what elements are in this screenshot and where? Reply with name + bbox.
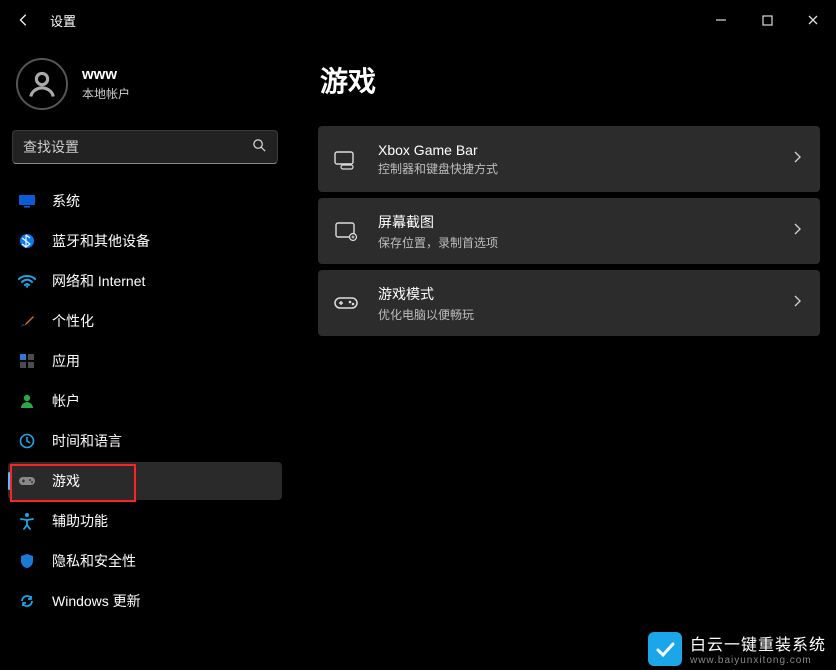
watermark-logo (648, 632, 682, 666)
xbox-bar-icon (332, 145, 360, 173)
nav-label: 应用 (52, 351, 80, 371)
nav-label: 隐私和安全性 (52, 551, 136, 571)
user-profile[interactable]: www 本地帐户 (8, 50, 282, 126)
sidebar: www 本地帐户 查找设置 系统 蓝牙和其他设备 网络和 Internet (0, 40, 290, 620)
chevron-right-icon (792, 150, 802, 169)
nav-label: 蓝牙和其他设备 (52, 231, 150, 251)
nav-time-language[interactable]: 时间和语言 (8, 422, 282, 460)
monitor-icon (18, 192, 36, 210)
card-subtitle: 控制器和键盘快捷方式 (378, 160, 774, 177)
clock-globe-icon (18, 432, 36, 450)
card-xbox-game-bar[interactable]: Xbox Game Bar 控制器和键盘快捷方式 (318, 126, 820, 192)
close-button[interactable] (790, 4, 836, 36)
bluetooth-icon (18, 232, 36, 250)
card-captures[interactable]: 屏幕截图 保存位置，录制首选项 (318, 198, 820, 264)
nav-label: 时间和语言 (52, 431, 122, 451)
card-game-mode[interactable]: 游戏模式 优化电脑以便畅玩 (318, 270, 820, 336)
nav-label: 游戏 (52, 471, 80, 491)
nav-label: 系统 (52, 191, 80, 211)
card-title: Xbox Game Bar (378, 142, 774, 158)
nav-personalization[interactable]: 个性化 (8, 302, 282, 340)
nav-apps[interactable]: 应用 (8, 342, 282, 380)
nav-label: 帐户 (52, 391, 80, 411)
gamepad-icon (18, 472, 36, 490)
maximize-button[interactable] (744, 4, 790, 36)
wifi-icon (18, 272, 36, 290)
person-icon (18, 392, 36, 410)
nav-gaming[interactable]: 游戏 (8, 462, 282, 500)
update-icon (18, 592, 36, 610)
nav-label: 辅助功能 (52, 511, 108, 531)
nav-label: 网络和 Internet (52, 271, 145, 291)
app-title: 设置 (50, 11, 76, 30)
nav-label: Windows 更新 (52, 591, 141, 611)
brush-icon (18, 312, 36, 330)
chevron-right-icon (792, 294, 802, 313)
card-title: 屏幕截图 (378, 212, 774, 232)
shield-icon (18, 552, 36, 570)
window-controls (698, 4, 836, 36)
title-bar: 设置 (0, 0, 836, 40)
page-title: 游戏 (320, 60, 820, 100)
gamepad-icon (332, 289, 360, 317)
nav-accessibility[interactable]: 辅助功能 (8, 502, 282, 540)
chevron-right-icon (792, 222, 802, 241)
nav-windows-update[interactable]: Windows 更新 (8, 582, 282, 620)
nav-list: 系统 蓝牙和其他设备 网络和 Internet 个性化 应用 (8, 182, 282, 620)
minimize-button[interactable] (698, 4, 744, 36)
watermark: 白云一键重装系统 www.baiyunxitong.com (648, 631, 826, 666)
card-title: 游戏模式 (378, 284, 774, 304)
user-account-type: 本地帐户 (82, 85, 130, 102)
apps-icon (18, 352, 36, 370)
nav-network[interactable]: 网络和 Internet (8, 262, 282, 300)
search-input[interactable]: 查找设置 (12, 130, 278, 164)
search-placeholder: 查找设置 (23, 137, 79, 157)
accessibility-icon (18, 512, 36, 530)
watermark-title: 白云一键重装系统 (690, 631, 826, 655)
nav-accounts[interactable]: 帐户 (8, 382, 282, 420)
nav-bluetooth[interactable]: 蓝牙和其他设备 (8, 222, 282, 260)
user-name: www (82, 66, 130, 83)
back-button[interactable] (8, 4, 40, 36)
main-panel: 游戏 Xbox Game Bar 控制器和键盘快捷方式 屏幕截图 保存位置，录制… (318, 44, 820, 342)
card-subtitle: 优化电脑以便畅玩 (378, 306, 774, 323)
search-icon (252, 138, 267, 156)
capture-icon (332, 217, 360, 245)
nav-system[interactable]: 系统 (8, 182, 282, 220)
card-subtitle: 保存位置，录制首选项 (378, 234, 774, 251)
nav-privacy[interactable]: 隐私和安全性 (8, 542, 282, 580)
avatar (16, 58, 68, 110)
nav-label: 个性化 (52, 311, 94, 331)
watermark-url: www.baiyunxitong.com (690, 655, 826, 666)
